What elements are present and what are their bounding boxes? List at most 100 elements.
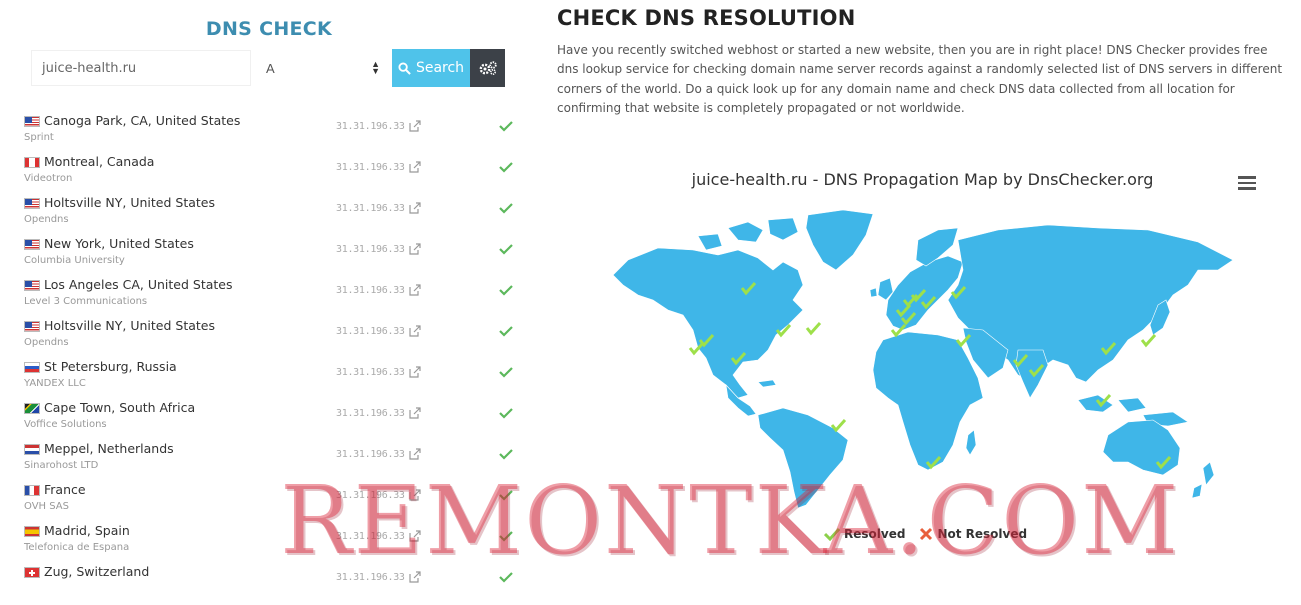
external-link-icon[interactable] — [409, 202, 421, 214]
result-isp: Opendns — [24, 337, 69, 348]
domain-input-value: juice-health.ru — [42, 60, 137, 76]
dns-check-title: DNS CHECK — [205, 18, 333, 40]
us-flag-icon — [24, 280, 40, 291]
left-panel: DNS CHECK juice-health.ru A ▲ ▼ Search Ca… — [0, 0, 528, 583]
settings-button[interactable] — [470, 49, 505, 87]
resolved-check-icon — [824, 527, 840, 541]
result-location: France — [44, 482, 86, 497]
australia-shape — [1102, 419, 1181, 476]
nl-flag-icon — [24, 444, 40, 455]
result-ip: 31.31.196.33 — [336, 490, 405, 501]
result-row: Cape Town, South Africa Voffice Solutions… — [24, 400, 524, 441]
resolved-check-icon — [499, 449, 513, 460]
external-link-icon[interactable] — [409, 571, 421, 583]
hamburger-menu-icon[interactable] — [1238, 176, 1256, 190]
result-ip: 31.31.196.33 — [336, 449, 405, 460]
result-location: New York, United States — [44, 236, 194, 251]
result-row: France OVH SAS 31.31.196.33 — [24, 482, 524, 523]
result-isp: Sprint — [24, 132, 54, 143]
result-ip: 31.31.196.33 — [336, 572, 405, 583]
external-link-icon[interactable] — [409, 407, 421, 419]
map-title: juice-health.ru - DNS Propagation Map by… — [691, 170, 1154, 189]
external-link-icon[interactable] — [409, 448, 421, 460]
result-ip: 31.31.196.33 — [336, 326, 405, 337]
result-row: Montreal, Canada Videotron 31.31.196.33 — [24, 154, 524, 195]
external-link-icon[interactable] — [409, 530, 421, 542]
resolved-marker — [830, 418, 847, 433]
resolved-check-icon — [499, 326, 513, 337]
result-row: Canoga Park, CA, United States Sprint 31.3… — [24, 113, 524, 154]
page-title: CHECK DNS RESOLUTION — [557, 6, 856, 30]
result-location: Zug, Switzerland — [44, 564, 150, 579]
result-location: Cape Town, South Africa — [44, 400, 196, 415]
result-row: Zug, Switzerland 31.31.196.33 — [24, 564, 524, 605]
result-location: Canoga Park, CA, United States — [44, 113, 241, 128]
page-description: Have you recently switched webhost or st… — [557, 43, 1283, 115]
es-flag-icon — [24, 526, 40, 537]
search-button-label: Search — [415, 60, 465, 76]
resolved-check-icon — [499, 203, 513, 214]
resolved-check-icon — [499, 244, 513, 255]
result-isp: Level 3 Communications — [24, 296, 148, 307]
result-ip: 31.31.196.33 — [336, 285, 405, 296]
result-isp: Sinarohost LTD — [24, 460, 99, 471]
result-row: St Petersburg, Russia YANDEX LLC 31.31.196… — [24, 359, 524, 400]
result-row: Holtsville NY, United States Opendns 31.31… — [24, 318, 524, 359]
result-ip: 31.31.196.33 — [336, 203, 405, 214]
result-location: Montreal, Canada — [44, 154, 155, 169]
external-link-icon[interactable] — [409, 489, 421, 501]
map-legend: Resolved Not Resolved — [824, 527, 1027, 541]
result-location: Holtsville NY, United States — [44, 195, 215, 210]
resolved-marker — [805, 321, 822, 336]
result-row: Meppel, Netherlands Sinarohost LTD 31.31.1… — [24, 441, 524, 482]
result-ip: 31.31.196.33 — [336, 244, 405, 255]
us-flag-icon — [24, 116, 40, 127]
external-link-icon[interactable] — [409, 284, 421, 296]
result-location: Meppel, Netherlands — [44, 441, 174, 456]
results-list: Canoga Park, CA, United States Sprint 31.3… — [24, 113, 524, 605]
external-link-icon[interactable] — [409, 243, 421, 255]
greenland-shape — [805, 209, 874, 271]
us-flag-icon — [24, 198, 40, 209]
external-link-icon[interactable] — [409, 161, 421, 173]
resolved-check-icon — [499, 531, 513, 542]
north-america-shape — [612, 247, 804, 399]
result-isp: OVH SAS — [24, 501, 69, 512]
result-isp: YANDEX LLC — [24, 378, 86, 389]
result-row: Los Angeles CA, United States Level 3 Com… — [24, 277, 524, 318]
search-icon — [398, 61, 411, 75]
domain-input[interactable]: juice-health.ru — [31, 50, 251, 86]
result-location: St Petersburg, Russia — [44, 359, 177, 374]
legend-resolved-label: Resolved — [844, 527, 906, 541]
result-ip: 31.31.196.33 — [336, 162, 405, 173]
us-flag-icon — [24, 321, 40, 332]
resolved-check-icon — [499, 490, 513, 501]
not-resolved-x-icon — [920, 527, 933, 541]
result-ip: 31.31.196.33 — [336, 408, 405, 419]
result-location: Holtsville NY, United States — [44, 318, 215, 333]
result-isp: Voffice Solutions — [24, 419, 107, 430]
external-link-icon[interactable] — [409, 325, 421, 337]
resolved-check-icon — [499, 162, 513, 173]
world-map — [612, 209, 1234, 509]
gears-icon — [479, 61, 497, 76]
result-row: Madrid, Spain Telefonica de Espana 31.31.1… — [24, 523, 524, 564]
external-link-icon[interactable] — [409, 366, 421, 378]
resolved-check-icon — [499, 285, 513, 296]
result-isp: Columbia University — [24, 255, 125, 266]
result-location: Madrid, Spain — [44, 523, 130, 538]
ru-flag-icon — [24, 362, 40, 373]
result-location: Los Angeles CA, United States — [44, 277, 233, 292]
record-type-select[interactable]: A ▲ ▼ — [258, 50, 388, 86]
result-ip: 31.31.196.33 — [336, 367, 405, 378]
ch-flag-icon — [24, 567, 40, 578]
south-america-shape — [757, 407, 849, 509]
resolved-check-icon — [499, 408, 513, 419]
legend-not-resolved: Not Resolved — [919, 527, 1027, 541]
resolved-check-icon — [499, 121, 513, 132]
us-flag-icon — [24, 239, 40, 250]
resolved-check-icon — [499, 367, 513, 378]
search-button[interactable]: Search — [392, 49, 470, 87]
external-link-icon[interactable] — [409, 120, 421, 132]
result-ip: 31.31.196.33 — [336, 531, 405, 542]
